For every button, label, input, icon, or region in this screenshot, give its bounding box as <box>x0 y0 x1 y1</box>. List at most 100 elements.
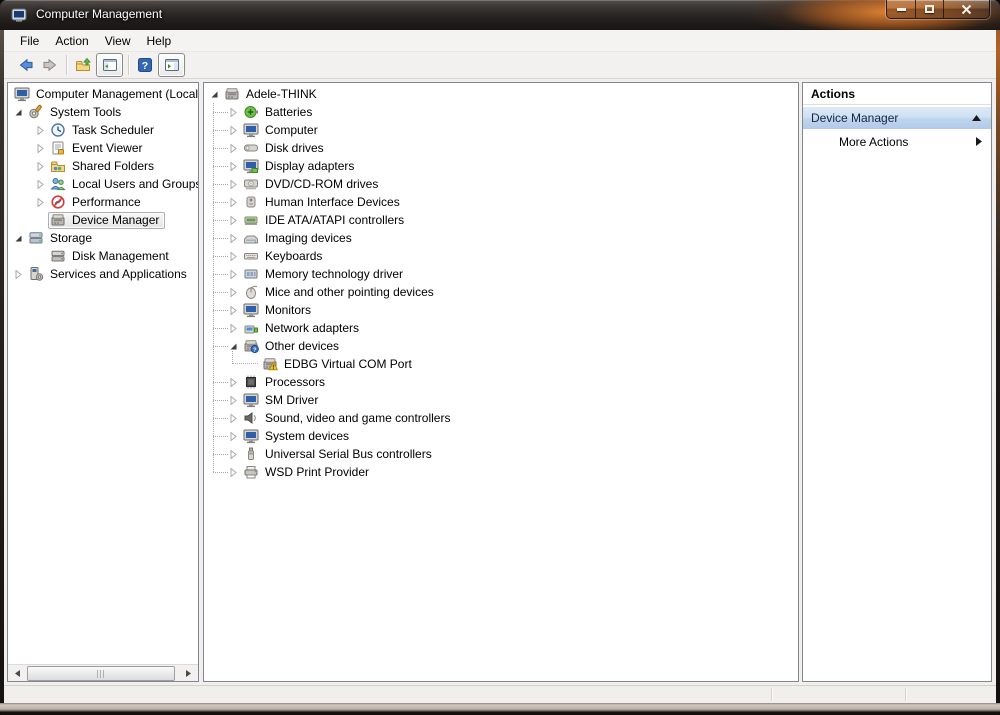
actions-header: Actions <box>803 83 991 105</box>
local-users-icon <box>50 176 66 192</box>
tree-item[interactable]: Local Users and Groups <box>8 175 198 193</box>
sound-icon <box>243 410 259 426</box>
expander-expanded-icon[interactable] <box>227 342 241 351</box>
expander-collapsed-icon[interactable] <box>227 198 241 207</box>
close-button[interactable] <box>944 0 989 18</box>
tree-item[interactable]: Device Manager <box>8 211 198 229</box>
expander-collapsed-icon[interactable] <box>227 450 241 459</box>
usb-icon <box>243 446 259 462</box>
show-hide-action-pane-button[interactable] <box>158 53 185 77</box>
expander-collapsed-icon[interactable] <box>34 198 48 207</box>
help-button[interactable]: ? <box>133 53 157 77</box>
collapse-up-icon[interactable] <box>972 115 981 121</box>
tree-item[interactable]: ?Other devices <box>204 337 798 355</box>
expander-collapsed-icon[interactable] <box>227 432 241 441</box>
minimize-button[interactable] <box>887 0 916 18</box>
expander-collapsed-icon[interactable] <box>34 144 48 153</box>
tree-item[interactable]: Batteries <box>204 103 798 121</box>
tree-item-label: Universal Serial Bus controllers <box>263 447 434 461</box>
tree-item-body: Processors <box>241 374 331 391</box>
title-bar[interactable]: Computer Management <box>0 0 1000 30</box>
tree-item[interactable]: Computer <box>204 121 798 139</box>
expander-collapsed-icon[interactable] <box>34 180 48 189</box>
tree-item[interactable]: Network adapters <box>204 319 798 337</box>
computer-icon <box>243 122 259 138</box>
expander-collapsed-icon[interactable] <box>227 144 241 153</box>
tree-item[interactable]: System Tools <box>8 103 198 121</box>
tree-item-label: Device Manager <box>70 213 161 227</box>
tree-item[interactable]: Services and Applications <box>8 265 198 283</box>
expander-expanded-icon[interactable] <box>12 108 26 117</box>
show-hide-console-tree-button[interactable] <box>96 53 123 77</box>
tree-item[interactable]: Imaging devices <box>204 229 798 247</box>
tree-item[interactable]: Performance <box>8 193 198 211</box>
tree-item[interactable]: WSD Print Provider <box>204 463 798 481</box>
tree-item[interactable]: Disk Management <box>8 247 198 265</box>
tree-item[interactable]: Memory technology driver <box>204 265 798 283</box>
tree-item[interactable]: Keyboards <box>204 247 798 265</box>
tree-item[interactable]: Monitors <box>204 301 798 319</box>
menu-action[interactable]: Action <box>47 32 96 50</box>
menu-file[interactable]: File <box>12 32 47 50</box>
expander-collapsed-icon[interactable] <box>227 162 241 171</box>
expander-collapsed-icon[interactable] <box>227 288 241 297</box>
back-button[interactable] <box>14 53 38 77</box>
expander-collapsed-icon[interactable] <box>227 270 241 279</box>
expander-collapsed-icon[interactable] <box>34 162 48 171</box>
tree-item-label: Imaging devices <box>263 231 354 245</box>
tree-item[interactable]: EDBG Virtual COM Port <box>204 355 798 373</box>
tree-item[interactable]: Adele-THINK <box>204 85 798 103</box>
tree-item[interactable]: System devices <box>204 427 798 445</box>
expander-collapsed-icon[interactable] <box>227 468 241 477</box>
system-tools-icon <box>28 104 44 120</box>
scroll-left-button[interactable] <box>9 666 26 681</box>
expander-collapsed-icon[interactable] <box>34 126 48 135</box>
more-actions-item[interactable]: More Actions <box>803 131 991 152</box>
tree-item-label: Shared Folders <box>70 159 156 173</box>
tree-item[interactable]: Processors <box>204 373 798 391</box>
expander-collapsed-icon[interactable] <box>227 306 241 315</box>
expander-expanded-icon[interactable] <box>208 90 222 99</box>
tree-item[interactable]: Display adapters <box>204 157 798 175</box>
tree-item-body: Disk drives <box>241 140 330 157</box>
forward-button[interactable] <box>38 53 62 77</box>
tree-item-label: Computer <box>263 123 320 137</box>
tree-item[interactable]: Computer Management (Local <box>8 85 198 103</box>
expander-collapsed-icon[interactable] <box>227 252 241 261</box>
storage-icon <box>28 230 44 246</box>
window-logo-icon <box>11 7 27 23</box>
tree-item[interactable]: Disk drives <box>204 139 798 157</box>
export-list-button[interactable] <box>71 53 95 77</box>
tree-item[interactable]: Task Scheduler <box>8 121 198 139</box>
tree-item[interactable]: DVD/CD-ROM drives <box>204 175 798 193</box>
console-tree-panel: Computer Management (LocalSystem ToolsTa… <box>7 82 199 682</box>
expander-collapsed-icon[interactable] <box>227 126 241 135</box>
actions-group-device-manager[interactable]: Device Manager <box>803 107 991 129</box>
menu-view[interactable]: View <box>97 32 139 50</box>
tree-item[interactable]: Sound, video and game controllers <box>204 409 798 427</box>
scrollbar-thumb[interactable] <box>27 666 175 681</box>
tree-item-label: Disk Management <box>70 249 171 263</box>
tree-item[interactable]: Mice and other pointing devices <box>204 283 798 301</box>
scroll-right-button[interactable] <box>180 666 197 681</box>
tree-item[interactable]: Shared Folders <box>8 157 198 175</box>
tree-item[interactable]: Event Viewer <box>8 139 198 157</box>
maximize-button[interactable] <box>916 0 944 18</box>
expander-collapsed-icon[interactable] <box>227 414 241 423</box>
expander-collapsed-icon[interactable] <box>227 396 241 405</box>
expander-collapsed-icon[interactable] <box>227 234 241 243</box>
tree-item[interactable]: IDE ATA/ATAPI controllers <box>204 211 798 229</box>
expander-expanded-icon[interactable] <box>12 234 26 243</box>
expander-collapsed-icon[interactable] <box>227 378 241 387</box>
tree-item[interactable]: Storage <box>8 229 198 247</box>
tree-item[interactable]: Universal Serial Bus controllers <box>204 445 798 463</box>
expander-collapsed-icon[interactable] <box>227 108 241 117</box>
expander-collapsed-icon[interactable] <box>227 180 241 189</box>
expander-collapsed-icon[interactable] <box>227 324 241 333</box>
expander-collapsed-icon[interactable] <box>12 270 26 279</box>
expander-collapsed-icon[interactable] <box>227 216 241 225</box>
tree-item[interactable]: Human Interface Devices <box>204 193 798 211</box>
tree-item[interactable]: SM Driver <box>204 391 798 409</box>
menu-help[interactable]: Help <box>139 32 180 50</box>
horizontal-scrollbar[interactable] <box>8 664 198 681</box>
